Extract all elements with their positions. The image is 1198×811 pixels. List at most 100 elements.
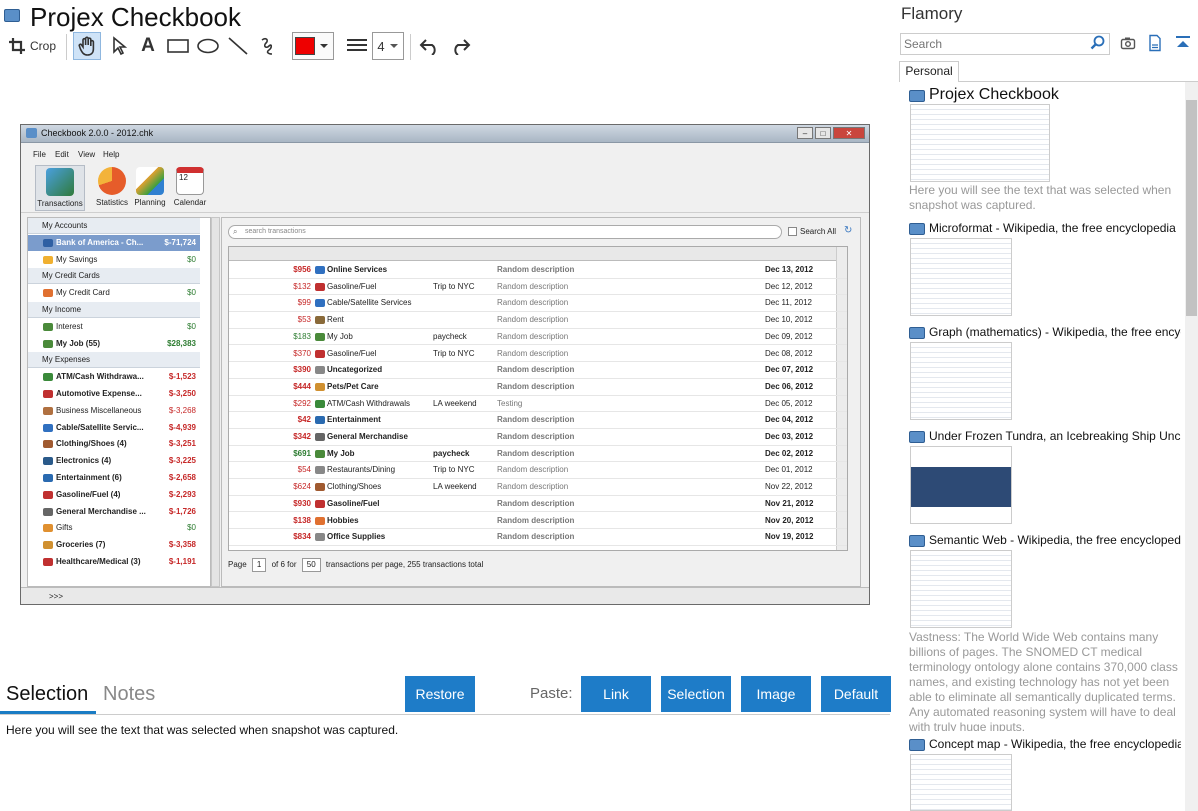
line-icon (228, 37, 248, 55)
category-icon (315, 449, 325, 458)
camera-button[interactable] (1120, 35, 1138, 53)
line-tool-button[interactable] (224, 32, 252, 60)
snapshot-item-title[interactable]: Projex Checkbook (929, 86, 1181, 104)
account-row: My Credit Card $0 (28, 285, 200, 301)
text-tool-button[interactable]: A (136, 32, 160, 60)
calendar-icon: 12 (176, 167, 204, 195)
transaction-amount: $54 (297, 465, 311, 475)
transaction-category: Restaurants/Dining (327, 465, 396, 475)
pie-chart-icon (98, 167, 126, 195)
paste-label: Paste: (530, 685, 573, 702)
table-row: $624 Clothing/Shoes LA weekend Random descr… (229, 479, 847, 496)
ellipse-tool-button[interactable] (194, 32, 222, 60)
transaction-category: Gasoline/Fuel (327, 498, 380, 508)
color-picker[interactable] (292, 32, 334, 60)
transaction-description: Random description (497, 482, 569, 492)
account-balance: $-2,293 (168, 489, 196, 499)
snapshot-item-title[interactable]: Semantic Web - Wikipedia, the free encyc… (929, 533, 1181, 547)
account-name: Interest (56, 321, 83, 331)
category-icon (43, 289, 53, 298)
transaction-date: Dec 12, 2012 (765, 281, 813, 291)
snapshot-item-title[interactable]: Microformat - Wikipedia, the free encycl… (929, 221, 1181, 235)
crop-button[interactable]: Crop (6, 32, 58, 60)
paste-link-button[interactable]: Link (581, 676, 651, 712)
snapshot-thumbnail[interactable] (910, 446, 1012, 524)
snapshot-window-title: Checkbook 2.0.0 - 2012.chk (41, 128, 154, 138)
chevron-down-icon (389, 44, 398, 48)
snapshot-item-title[interactable]: Concept map - Wikipedia, the free encycl… (929, 737, 1181, 751)
hand-icon (78, 36, 95, 56)
ribbon-transactions: Transactions (35, 165, 85, 211)
transaction-description: Random description (497, 432, 575, 441)
snapshot-thumbnail[interactable] (910, 550, 1012, 628)
category-icon (315, 382, 325, 391)
paste-selection-button[interactable]: Selection (661, 676, 731, 712)
restore-button[interactable]: Restore (405, 676, 475, 712)
snapshot-thumbnail[interactable] (910, 342, 1012, 420)
redo-icon (454, 39, 471, 55)
transaction-amount: $132 (293, 281, 311, 291)
account-name: Entertainment (6) (56, 473, 122, 482)
sidebar-scrollbar-thumb[interactable] (1186, 100, 1197, 316)
tab-notes[interactable]: Notes (103, 683, 155, 706)
search-icon: ⌕ (233, 227, 238, 236)
line-width-select[interactable]: 4 (372, 32, 404, 60)
menu-help: Help (103, 150, 120, 159)
transaction-category: Cable/Satellite Services (327, 298, 412, 308)
transaction-category: Office Supplies (327, 532, 386, 542)
account-name: Healthcare/Medical (3) (56, 557, 141, 566)
table-row: $390 Uncategorized Random description Dec 0… (229, 362, 847, 379)
tab-selection[interactable]: Selection (6, 683, 88, 706)
transaction-memo: paycheck (433, 448, 470, 458)
redo-button[interactable] (446, 32, 474, 60)
snapshot-item-title[interactable]: Graph (mathematics) - Wikipedia, the fre… (929, 325, 1181, 339)
snapshot-thumbnail[interactable] (910, 104, 1050, 182)
undo-button[interactable] (416, 32, 444, 60)
search-button[interactable] (1090, 35, 1108, 53)
account-group-header: My Accounts (28, 218, 200, 234)
transaction-date: Dec 06, 2012 (765, 381, 814, 391)
snapshot-thumbnail[interactable] (910, 754, 1012, 811)
transaction-amount: $691 (293, 448, 311, 458)
account-name: Business Miscellaneous (56, 405, 142, 415)
select-tool-button[interactable] (106, 32, 132, 60)
search-icon (1090, 35, 1105, 50)
ribbon-calendar: 12 Calendar (165, 165, 215, 211)
transaction-description: Random description (497, 498, 575, 508)
account-name: My Accounts (42, 221, 88, 230)
hand-tool-button[interactable] (73, 32, 101, 60)
account-name: My Job (55) (56, 338, 101, 348)
snapshot-item-title[interactable]: Under Frozen Tundra, an Icebreaking Ship… (929, 429, 1181, 443)
account-name: My Savings (56, 254, 98, 264)
snapshot-image[interactable]: Checkbook 2.0.0 - 2012.chk – □ ✕ File Ed… (20, 124, 870, 605)
account-balance: $28,383 (167, 338, 196, 348)
document-button[interactable] (1147, 34, 1165, 52)
category-icon (43, 507, 53, 516)
category-icon (315, 399, 325, 408)
account-balance: $-1,523 (168, 372, 196, 382)
line-width-icon-area (344, 32, 370, 60)
transaction-description: Random description (497, 448, 575, 458)
account-name: My Expenses (42, 355, 91, 365)
snapshot-thumbnail[interactable] (910, 238, 1012, 316)
transaction-amount: $370 (293, 348, 311, 358)
transaction-category: Gasoline/Fuel (327, 348, 377, 358)
collapse-panel-button[interactable] (1174, 34, 1194, 52)
transaction-memo: Trip to NYC (433, 348, 475, 358)
paste-image-button[interactable]: Image (741, 676, 811, 712)
transaction-category: Pets/Pet Care (327, 381, 379, 391)
freehand-tool-button[interactable] (254, 32, 282, 60)
account-group-header: My Expenses (28, 352, 200, 369)
rectangle-tool-button[interactable] (164, 32, 192, 60)
sidebar-search-input[interactable] (900, 33, 1110, 55)
account-balance: $0 (187, 254, 196, 264)
account-row: Clothing/Shoes (4) $-3,251 (28, 436, 200, 452)
transaction-category: Clothing/Shoes (327, 482, 382, 492)
account-name: Groceries (7) (56, 540, 106, 550)
transaction-description: Random description (497, 365, 575, 375)
selection-text[interactable]: Here you will see the text that was sele… (6, 723, 398, 737)
sidebar-tab-personal[interactable]: Personal (899, 61, 959, 82)
account-row: Cable/Satellite Servic... $-4,939 (28, 420, 200, 436)
account-row: Gasoline/Fuel (4) $-2,293 (28, 487, 200, 503)
paste-default-button[interactable]: Default (821, 676, 891, 712)
